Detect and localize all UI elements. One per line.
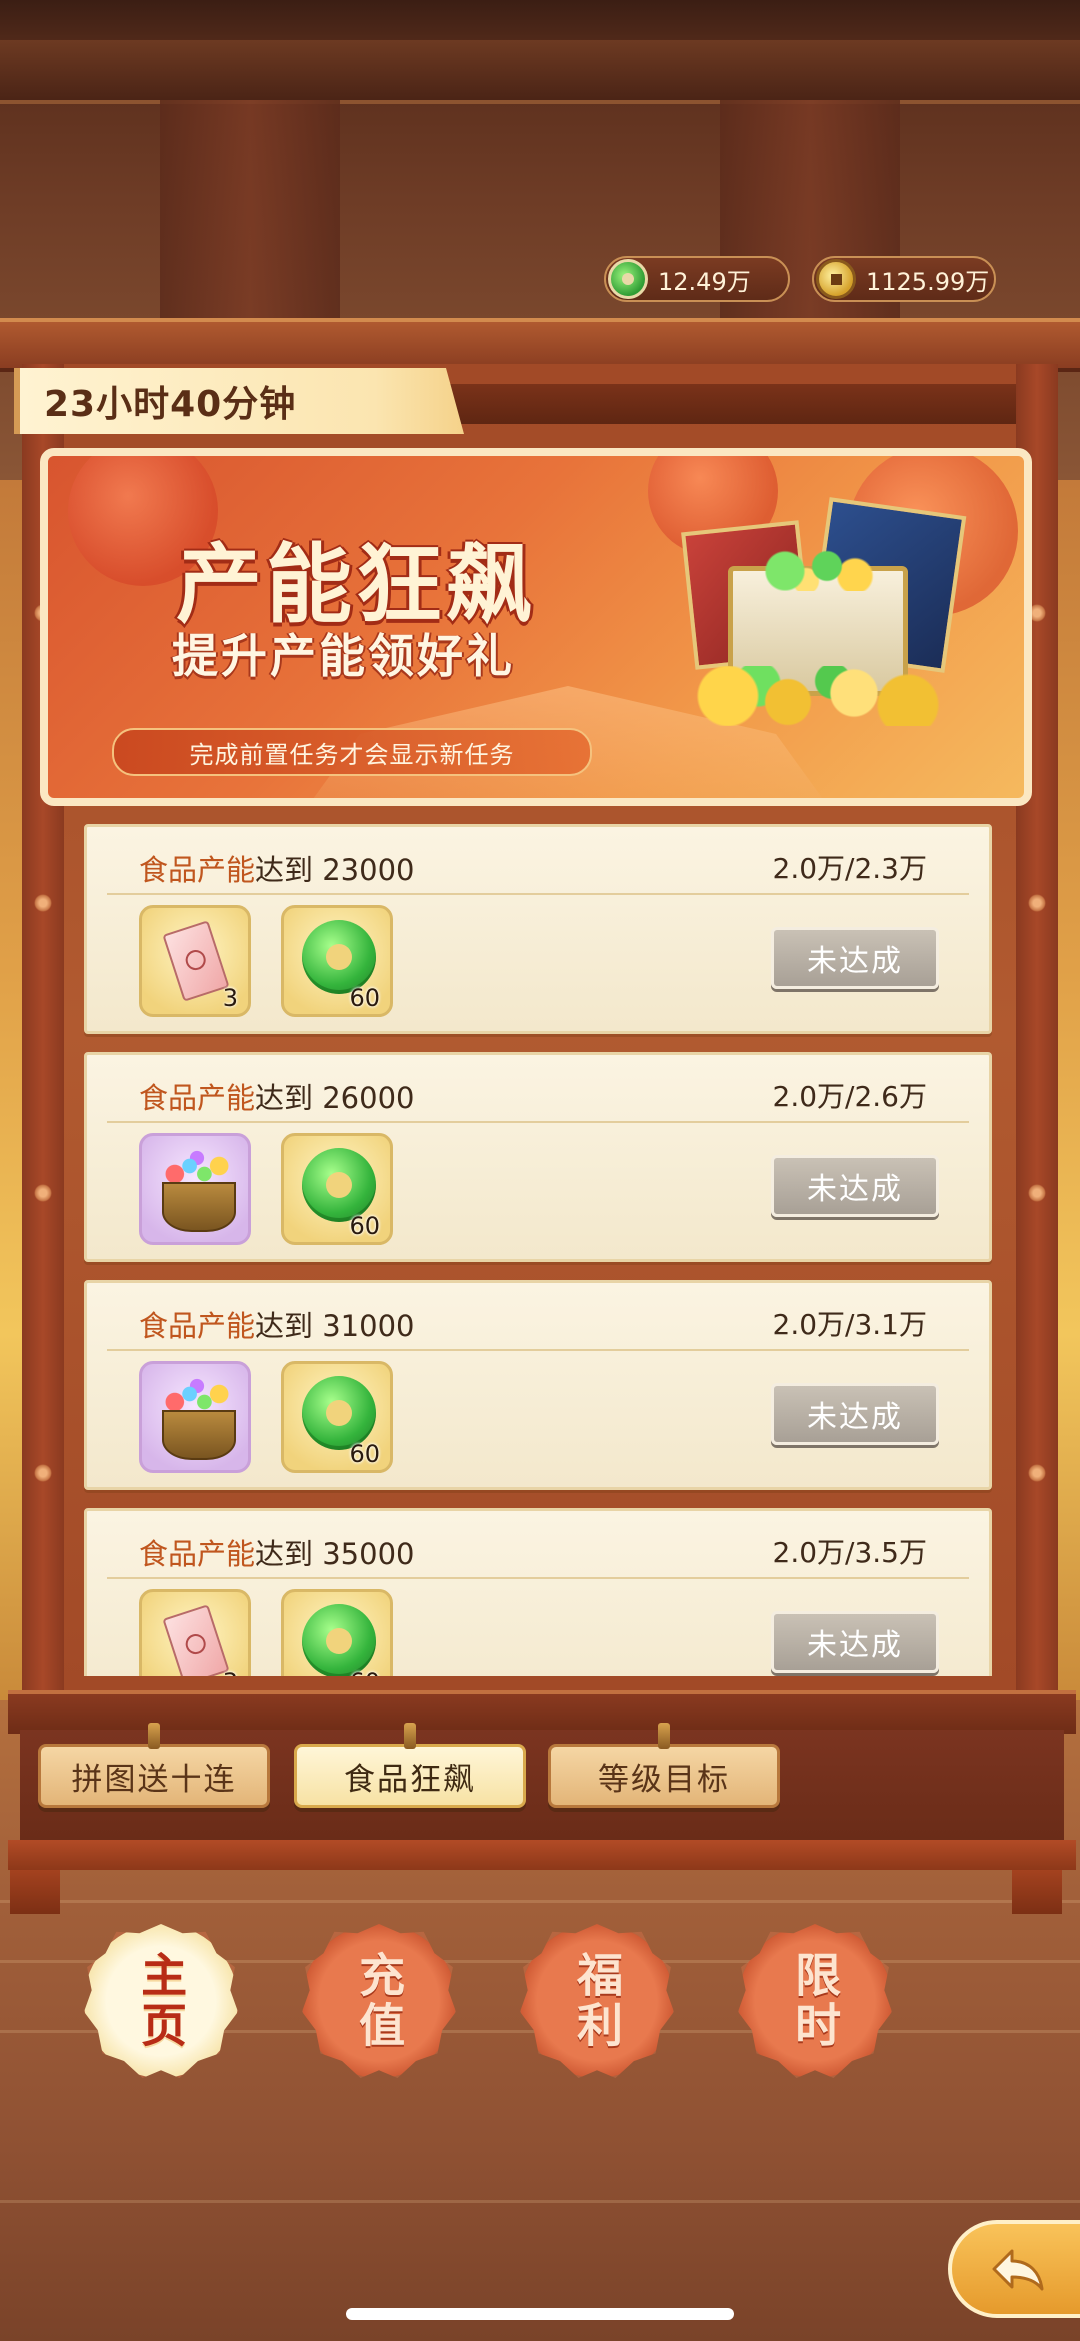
task-card: 食品产能达到 35000 2.0万/3.5万 3 60 未达成 xyxy=(84,1508,992,1676)
reward-item[interactable]: 60 xyxy=(281,1133,393,1245)
reward-count: 60 xyxy=(349,1440,380,1468)
jade-coin-icon xyxy=(302,920,376,994)
nav-label: 限时 xyxy=(788,1951,843,2051)
gold-amount: 1125.99万 xyxy=(866,267,990,296)
roof-beam xyxy=(0,40,1080,104)
reward-item[interactable] xyxy=(139,1133,251,1245)
red-envelope-icon xyxy=(162,920,230,1002)
back-arrow-icon xyxy=(992,2249,1044,2291)
task-title: 食品产能达到 23000 xyxy=(139,853,415,887)
gem-pot-icon xyxy=(156,1150,238,1232)
task-title: 食品产能达到 31000 xyxy=(139,1309,415,1343)
task-progress: 2.0万/2.6万 xyxy=(772,1080,928,1113)
task-status-button[interactable]: 未达成 xyxy=(771,927,939,989)
task-title: 食品产能达到 26000 xyxy=(139,1081,415,1115)
task-status-button[interactable]: 未达成 xyxy=(771,1611,939,1673)
nav-label: 充值 xyxy=(352,1951,407,2051)
tab-label: 食品狂飙 xyxy=(344,1761,476,1798)
reward-item[interactable] xyxy=(139,1361,251,1473)
tab-puzzle[interactable]: 拼图送十连 xyxy=(38,1723,270,1808)
reward-count: 3 xyxy=(223,1668,238,1676)
task-status-button[interactable]: 未达成 xyxy=(771,1155,939,1217)
gold-currency[interactable]: 1125.99万 xyxy=(812,256,996,302)
jade-coin-icon xyxy=(302,1604,376,1676)
jade-currency[interactable]: 12.49万 xyxy=(604,256,790,302)
home-indicator xyxy=(346,2308,734,2320)
nav-label: 主页 xyxy=(134,1951,189,2051)
red-envelope-icon xyxy=(162,1604,230,1676)
event-banner: 产能狂飙 提升产能领好礼 完成前置任务才会显示新任务 xyxy=(40,448,1032,806)
reward-count: 3 xyxy=(222,984,238,1012)
task-list[interactable]: 食品产能达到 23000 2.0万/2.3万 3 60 未达成 食品产能达到 2… xyxy=(84,822,992,1676)
countdown-timer: 23小时40分钟 xyxy=(14,368,464,434)
jade-amount: 12.49万 xyxy=(658,267,751,296)
jade-coin-icon xyxy=(302,1148,376,1222)
reward-item[interactable]: 60 xyxy=(281,1361,393,1473)
reward-item[interactable]: 3 xyxy=(139,905,251,1017)
reward-count: 60 xyxy=(349,1212,380,1240)
task-progress: 2.0万/3.1万 xyxy=(772,1308,928,1341)
reward-item[interactable]: 3 xyxy=(139,1589,251,1676)
jade-coin-icon xyxy=(302,1376,376,1450)
reward-count: 60 xyxy=(349,1668,380,1676)
nav-label: 福利 xyxy=(570,1951,625,2051)
tab-level-goal[interactable]: 等级目标 xyxy=(548,1723,780,1808)
task-progress: 2.0万/2.3万 xyxy=(772,852,928,885)
treasure-chest-icon xyxy=(668,496,1008,756)
task-status-button[interactable]: 未达成 xyxy=(771,1383,939,1445)
tab-label: 等级目标 xyxy=(598,1761,730,1798)
gem-pot-icon xyxy=(156,1378,238,1460)
task-card: 食品产能达到 31000 2.0万/3.1万 60 未达成 xyxy=(84,1280,992,1490)
pillar xyxy=(160,100,340,340)
task-card: 食品产能达到 23000 2.0万/2.3万 3 60 未达成 xyxy=(84,824,992,1034)
reward-item[interactable]: 60 xyxy=(281,905,393,1017)
pillar xyxy=(720,100,900,340)
task-card: 食品产能达到 26000 2.0万/2.6万 60 未达成 xyxy=(84,1052,992,1262)
nav-home[interactable]: 主页 xyxy=(84,1924,238,2078)
banner-subtitle: 提升产能领好礼 xyxy=(172,629,515,683)
reward-count: 60 xyxy=(349,984,380,1012)
nav-welfare[interactable]: 福利 xyxy=(520,1924,674,2078)
tab-food-boost[interactable]: 食品狂飙 xyxy=(294,1723,526,1808)
banner-note: 完成前置任务才会显示新任务 xyxy=(112,728,592,776)
task-title: 食品产能达到 35000 xyxy=(139,1537,415,1571)
gold-coin-icon xyxy=(816,259,856,299)
nav-recharge[interactable]: 充值 xyxy=(302,1924,456,2078)
task-progress: 2.0万/3.5万 xyxy=(772,1536,928,1569)
jade-coin-icon xyxy=(608,259,648,299)
back-button[interactable] xyxy=(948,2220,1080,2318)
reward-item[interactable]: 60 xyxy=(281,1589,393,1676)
nav-limited[interactable]: 限时 xyxy=(738,1924,892,2078)
tab-label: 拼图送十连 xyxy=(71,1761,237,1798)
